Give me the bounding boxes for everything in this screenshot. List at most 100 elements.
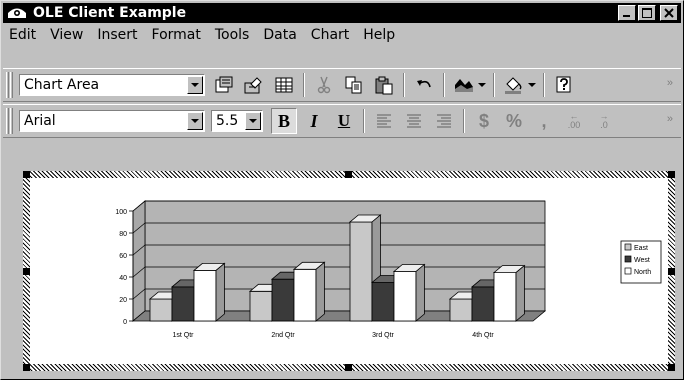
currency-style-button[interactable]: $	[471, 108, 497, 134]
menu-chart[interactable]: Chart	[304, 27, 356, 43]
menu-insert[interactable]: Insert	[90, 27, 144, 43]
align-center-button[interactable]	[401, 108, 427, 134]
toolbar-grip[interactable]	[6, 108, 9, 134]
fill-color-dropdown[interactable]	[527, 72, 537, 98]
bold-button[interactable]: B	[271, 108, 297, 134]
formatting-toolbar: Arial 5.5 B I U $ % , ← .00 → .0 »	[3, 104, 681, 138]
align-left-icon	[377, 114, 391, 128]
align-right-button[interactable]	[431, 108, 457, 134]
menu-edit[interactable]: Edit	[3, 27, 43, 43]
fill-color-button[interactable]	[501, 72, 527, 98]
import-file-button[interactable]	[241, 72, 267, 98]
increase-decimal-label: .00	[567, 120, 581, 130]
y-tick-label: 20	[119, 297, 127, 304]
chevron-down-icon[interactable]	[187, 112, 203, 130]
legend-label: East	[634, 245, 648, 252]
plot-side-wall	[132, 200, 146, 322]
close-icon	[664, 8, 674, 18]
paint-bucket-icon	[505, 77, 522, 94]
comma-style-button[interactable]: ,	[531, 108, 557, 134]
help-icon	[556, 76, 571, 93]
chart-type-dropdown[interactable]	[477, 72, 487, 98]
x-category-label: 3rd Qtr	[372, 332, 394, 339]
menu-help[interactable]: Help	[356, 27, 402, 43]
minimize-button[interactable]	[618, 5, 636, 21]
undo-button[interactable]	[411, 72, 437, 98]
increase-decimal-button[interactable]: ← .00	[561, 108, 587, 134]
underline-button[interactable]: U	[331, 108, 357, 134]
menu-view[interactable]: View	[43, 27, 90, 43]
legend-swatch	[624, 267, 632, 275]
chart-objects-value: Chart Area	[24, 77, 100, 93]
align-center-icon	[407, 114, 421, 128]
y-tick-label: 80	[119, 231, 127, 238]
decrease-decimal-button[interactable]: → .0	[591, 108, 617, 134]
chart-svg: 0 20 40 60 80 100 1st Qtr 2nd Qtr 3rd Qtr 4th Qt…	[115, 200, 662, 339]
format-object-icon	[215, 76, 233, 93]
chevron-down-icon	[528, 83, 536, 87]
menu-format[interactable]: Format	[145, 27, 208, 43]
app-icon[interactable]	[7, 5, 27, 21]
y-tick-label: 40	[119, 275, 127, 282]
maximize-button[interactable]	[638, 5, 656, 21]
x-category-label: 4th Qtr	[472, 332, 494, 339]
x-category-label: 1st Qtr	[172, 332, 194, 339]
x-category-label: 2nd Qtr	[271, 332, 295, 339]
toolbar-grip[interactable]	[6, 72, 9, 98]
import-icon	[244, 77, 262, 94]
more-buttons-icon[interactable]: »	[667, 77, 673, 89]
title-bar: OLE Client Example	[3, 3, 681, 23]
datasheet-icon	[275, 77, 293, 93]
percent-style-button[interactable]: %	[501, 108, 527, 134]
client-area: 0 20 40 60 80 100 1st Qtr 2nd Qtr 3rd Qtr 4th Qt…	[3, 139, 681, 379]
chart-objects-dropdown[interactable]: Chart Area	[19, 74, 205, 96]
help-button[interactable]	[551, 72, 577, 98]
area-chart-icon	[455, 79, 473, 92]
chart-x-labels: 1st Qtr 2nd Qtr 3rd Qtr 4th Qtr	[172, 332, 494, 339]
menu-data[interactable]: Data	[256, 27, 303, 43]
chevron-down-icon[interactable]	[245, 112, 261, 130]
chart-legend: East West North	[620, 240, 662, 284]
window-title: OLE Client Example	[33, 5, 187, 21]
cut-button[interactable]	[311, 72, 337, 98]
chart-toolbar: Chart Area »	[3, 68, 681, 102]
close-button[interactable]	[660, 5, 678, 21]
y-tick-label: 100	[115, 209, 127, 216]
window-controls	[618, 5, 678, 21]
more-buttons-icon[interactable]: »	[667, 113, 673, 125]
y-tick-label: 0	[123, 319, 127, 326]
copy-icon	[345, 76, 362, 94]
menu-tools[interactable]: Tools	[208, 27, 257, 43]
bar-north-1	[192, 262, 226, 322]
legend-swatch	[624, 255, 632, 263]
menu-bar: Edit View Insert Format Tools Data Chart…	[3, 25, 681, 45]
bar-north-4	[492, 264, 526, 322]
font-name-value: Arial	[24, 113, 56, 129]
embedded-chart-object[interactable]: 0 20 40 60 80 100 1st Qtr 2nd Qtr 3rd Qtr 4th Qt…	[23, 171, 675, 371]
legend-label: West	[634, 257, 650, 264]
paste-button[interactable]	[371, 72, 397, 98]
copy-button[interactable]	[341, 72, 367, 98]
font-name-dropdown[interactable]: Arial	[19, 110, 205, 132]
align-right-icon	[437, 114, 451, 128]
chevron-down-icon	[478, 83, 486, 87]
font-size-value: 5.5	[216, 113, 239, 129]
legend-label: North	[634, 269, 651, 276]
undo-icon	[417, 80, 431, 88]
maximize-icon	[642, 8, 652, 18]
ole-client-window: OLE Client Example Edit View Insert Form…	[0, 0, 684, 380]
font-size-dropdown[interactable]: 5.5	[211, 110, 263, 132]
y-tick-label: 60	[119, 253, 127, 260]
italic-button[interactable]: I	[301, 108, 327, 134]
bar-north-2	[292, 261, 326, 322]
paste-icon	[375, 76, 393, 95]
bar-north-3	[392, 263, 426, 322]
legend-swatch	[624, 243, 632, 251]
chevron-down-icon[interactable]	[187, 76, 203, 94]
view-datasheet-button[interactable]	[271, 72, 297, 98]
chart-y-ticks: 0 20 40 60 80 100	[115, 209, 134, 326]
align-left-button[interactable]	[371, 108, 397, 134]
minimize-icon	[623, 15, 630, 17]
chart-type-button[interactable]	[451, 72, 477, 98]
format-chart-area-button[interactable]	[211, 72, 237, 98]
